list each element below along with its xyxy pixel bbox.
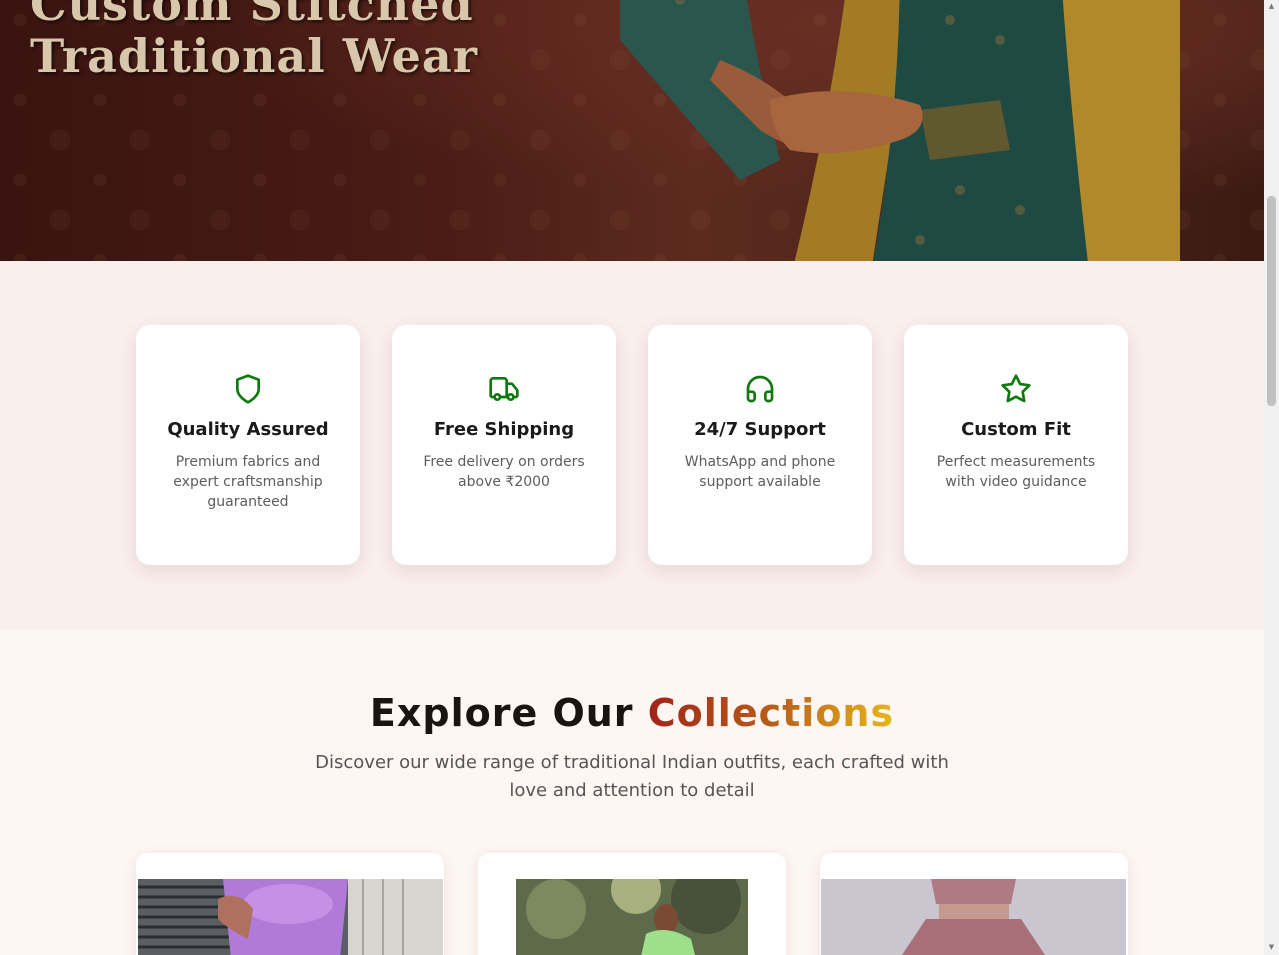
collections-subtitle: Discover our wide range of traditional I… — [315, 752, 949, 801]
feature-description: WhatsApp and phone support available — [684, 454, 836, 490]
collection-image — [138, 879, 443, 955]
feature-description: Premium fabrics and expert craftsmanship… — [173, 454, 323, 510]
shield-icon — [236, 374, 260, 404]
collection-card[interactable] — [478, 853, 786, 955]
feature-card-shipping: Free Shipping Free delivery on orders ab… — [392, 325, 616, 565]
feature-description: Perfect measurements with video guidance — [936, 454, 1096, 490]
collection-image — [821, 879, 1126, 955]
scroll-up-icon[interactable]: ▲ — [1267, 2, 1276, 11]
collections-heading-accent: Collections — [647, 691, 895, 735]
feature-card-custom-fit: Custom Fit Perfect measurements with vid… — [904, 325, 1128, 565]
hero-title-line-2: Traditional Wear — [30, 29, 478, 83]
scrollbar-thumb[interactable] — [1267, 196, 1276, 406]
scroll-down-icon[interactable]: ▼ — [1267, 943, 1276, 952]
hero-title-line-1: Custom Stitched — [30, 0, 474, 31]
feature-card-support: 24/7 Support WhatsApp and phone support … — [648, 325, 872, 565]
feature-title: Quality Assured — [167, 419, 329, 440]
feature-card-quality: Quality Assured Premium fabrics and expe… — [136, 325, 360, 565]
feature-description: Free delivery on orders above ₹2000 — [423, 454, 585, 490]
collections-heading: Explore Our Collections — [0, 691, 1264, 735]
page-scrollbar[interactable]: ▲ ▼ — [1264, 0, 1279, 955]
feature-title: Custom Fit — [961, 419, 1071, 440]
star-icon — [1001, 374, 1031, 403]
hero-image — [620, 0, 1180, 261]
features-section: Quality Assured Premium fabrics and expe… — [0, 261, 1264, 629]
truck-icon — [489, 377, 519, 401]
headphones-icon — [746, 375, 774, 403]
feature-title: 24/7 Support — [694, 419, 826, 440]
collection-image — [516, 879, 748, 955]
feature-title: Free Shipping — [433, 419, 575, 440]
hero-title: Custom Stitched Traditional Wear — [30, 0, 478, 82]
hero-banner: Custom Stitched Traditional Wear — [0, 0, 1264, 261]
collection-card[interactable] — [820, 853, 1128, 955]
collections-section: Explore Our Collections Discover our wid… — [0, 629, 1264, 955]
collections-heading-plain: Explore Our — [369, 691, 648, 735]
collection-card[interactable] — [136, 853, 444, 955]
